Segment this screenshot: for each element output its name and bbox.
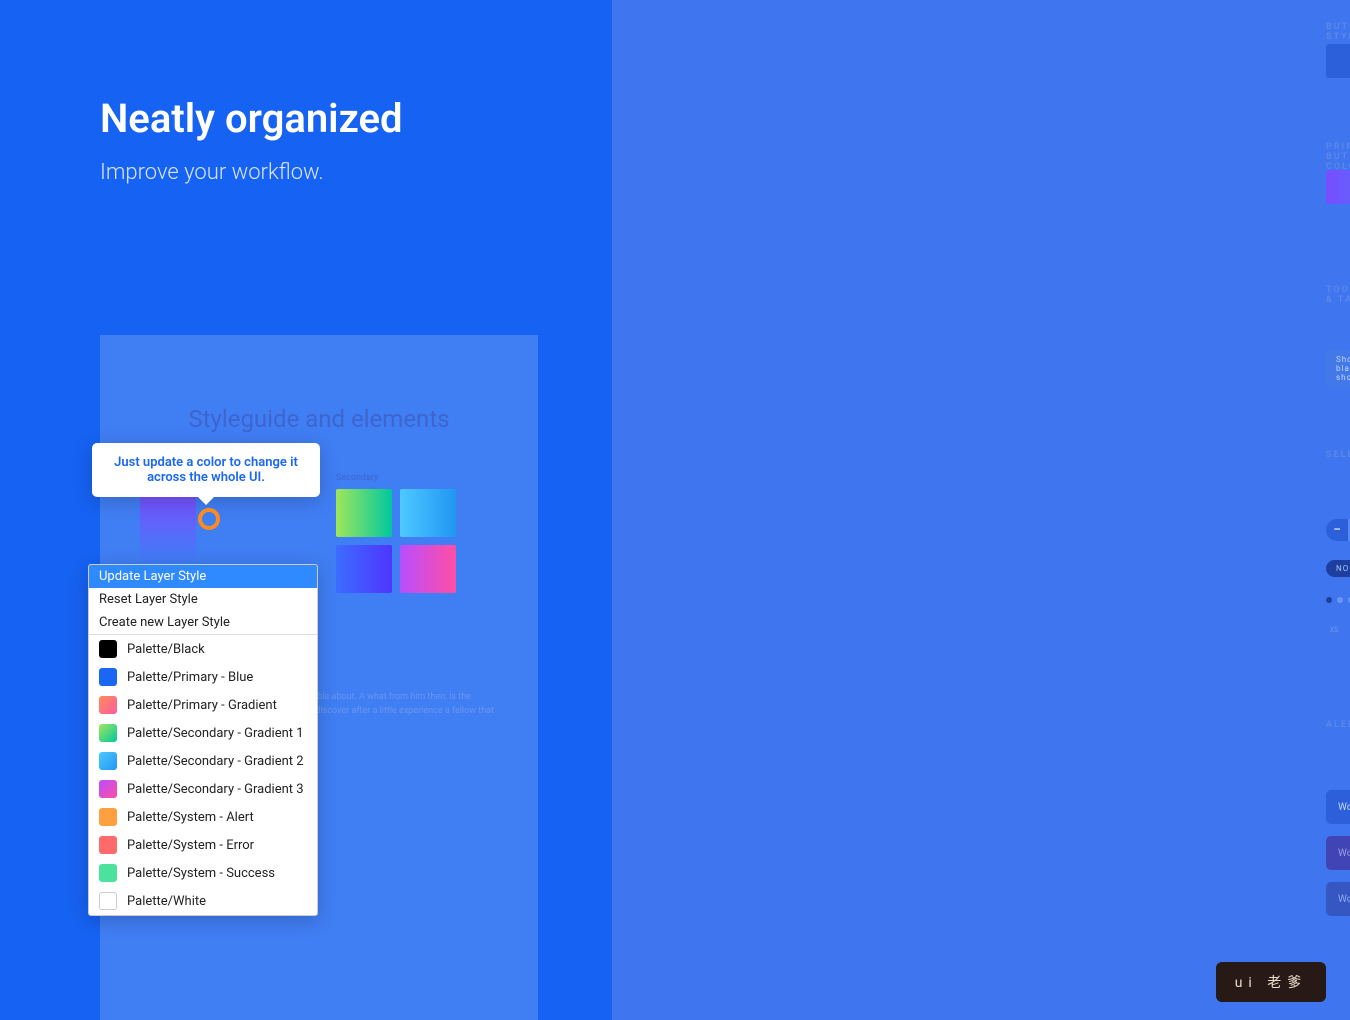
palette-item[interactable]: Palette/Primary - Gradient xyxy=(89,691,317,719)
palette-label: Palette/Primary - Gradient xyxy=(127,698,277,713)
secondary-swatch-3[interactable] xyxy=(336,545,392,593)
palette-swatch xyxy=(99,640,117,658)
palette-item[interactable]: Palette/Black xyxy=(89,635,317,663)
secondary-label: Secondary xyxy=(336,473,378,483)
size-selector[interactable]: XS S M L XL xyxy=(1326,622,1350,638)
menu-update-layer-style[interactable]: Update Layer Style xyxy=(89,565,317,588)
tag-sample-1[interactable]: Shop black shoes xyxy=(1326,350,1350,387)
palette-swatch xyxy=(99,668,117,686)
palette-label: Palette/Secondary - Gradient 2 xyxy=(127,754,304,769)
palette-label: Palette/Secondary - Gradient 1 xyxy=(127,726,304,741)
palette-item[interactable]: Palette/System - Error xyxy=(89,831,317,859)
section-alerts: ALERTS xyxy=(1326,720,1350,730)
secondary-swatch-2[interactable] xyxy=(400,489,456,537)
palette-item[interactable]: Palette/System - Success xyxy=(89,859,317,887)
alert-text: Wow! Looks like something just happened. xyxy=(1338,802,1350,813)
palette-item[interactable]: Palette/White xyxy=(89,887,317,915)
size-xs[interactable]: XS xyxy=(1326,622,1342,638)
tooltip-styleguide: Just update a color to change it across … xyxy=(92,443,320,497)
palette-label: Palette/White xyxy=(127,894,206,909)
stepper[interactable]: − 3 + xyxy=(1326,519,1350,541)
pagination-dots-1[interactable] xyxy=(1326,597,1350,603)
stepper-minus[interactable]: − xyxy=(1326,519,1348,541)
hero-subtitle: Improve your workflow. xyxy=(100,160,324,185)
toggle-no[interactable]: NO xyxy=(1326,560,1350,577)
palette-label: Palette/System - Success xyxy=(127,866,275,881)
alert-info[interactable]: Wow! Looks like something just happened.… xyxy=(1326,790,1350,824)
palette-swatch xyxy=(99,752,117,770)
palette-swatch xyxy=(99,724,117,742)
palette-label: Palette/Primary - Blue xyxy=(127,670,253,685)
section-tooltips-tags: TOOLTIPS & TAGS xyxy=(1326,285,1350,305)
palette-swatch xyxy=(99,696,117,714)
palette-swatch xyxy=(99,780,117,798)
palette-label: Palette/Secondary - Gradient 3 xyxy=(127,782,304,797)
secondary-swatch-4[interactable] xyxy=(400,545,456,593)
palette-item[interactable]: Palette/Primary - Blue xyxy=(89,663,317,691)
palette-swatch xyxy=(99,864,117,882)
alert-success[interactable]: Wow! Looks like something just happened.… xyxy=(1326,882,1350,916)
styleguide-title: Styleguide and elements xyxy=(140,405,498,433)
alert-text: Wow! Looks like something just happened. xyxy=(1338,848,1350,859)
section-primary-button-colors: PRIMARY BUTTON COLORS xyxy=(1326,142,1350,172)
palette-item[interactable]: Palette/System - Alert xyxy=(89,803,317,831)
hero-title: Neatly organized xyxy=(100,95,403,142)
palette-item[interactable]: Palette/Secondary - Gradient 3 xyxy=(89,775,317,803)
menu-create-layer-style[interactable]: Create new Layer Style xyxy=(89,611,317,634)
section-button-styles: BUTTON STYLES xyxy=(1326,22,1350,42)
palette-label: Palette/Black xyxy=(127,642,205,657)
menu-reset-layer-style[interactable]: Reset Layer Style xyxy=(89,588,317,611)
palette-label: Palette/System - Error xyxy=(127,838,254,853)
palette-label: Palette/System - Alert xyxy=(127,810,254,825)
button-color-gradient[interactable]: BUTTON xyxy=(1326,170,1350,204)
palette-swatch xyxy=(99,892,117,910)
palette-swatch xyxy=(99,836,117,854)
button-sample-solid[interactable]: BUTTON xyxy=(1326,44,1350,78)
section-selectors: SELECTORS xyxy=(1326,450,1350,460)
layer-style-context-menu: Update Layer Style Reset Layer Style Cre… xyxy=(88,564,318,916)
palette-item[interactable]: Palette/Secondary - Gradient 2 xyxy=(89,747,317,775)
target-cursor-icon xyxy=(198,508,220,530)
watermark: ui 老爹 xyxy=(1216,962,1326,1002)
secondary-swatch-1[interactable] xyxy=(336,489,392,537)
alert-error[interactable]: Wow! Looks like something just happened.… xyxy=(1326,836,1350,870)
palette-swatch xyxy=(99,808,117,826)
toggle[interactable]: NO YES xyxy=(1326,560,1350,577)
alert-text: Wow! Looks like something just happened. xyxy=(1338,894,1350,905)
palette-item[interactable]: Palette/Secondary - Gradient 1 xyxy=(89,719,317,747)
